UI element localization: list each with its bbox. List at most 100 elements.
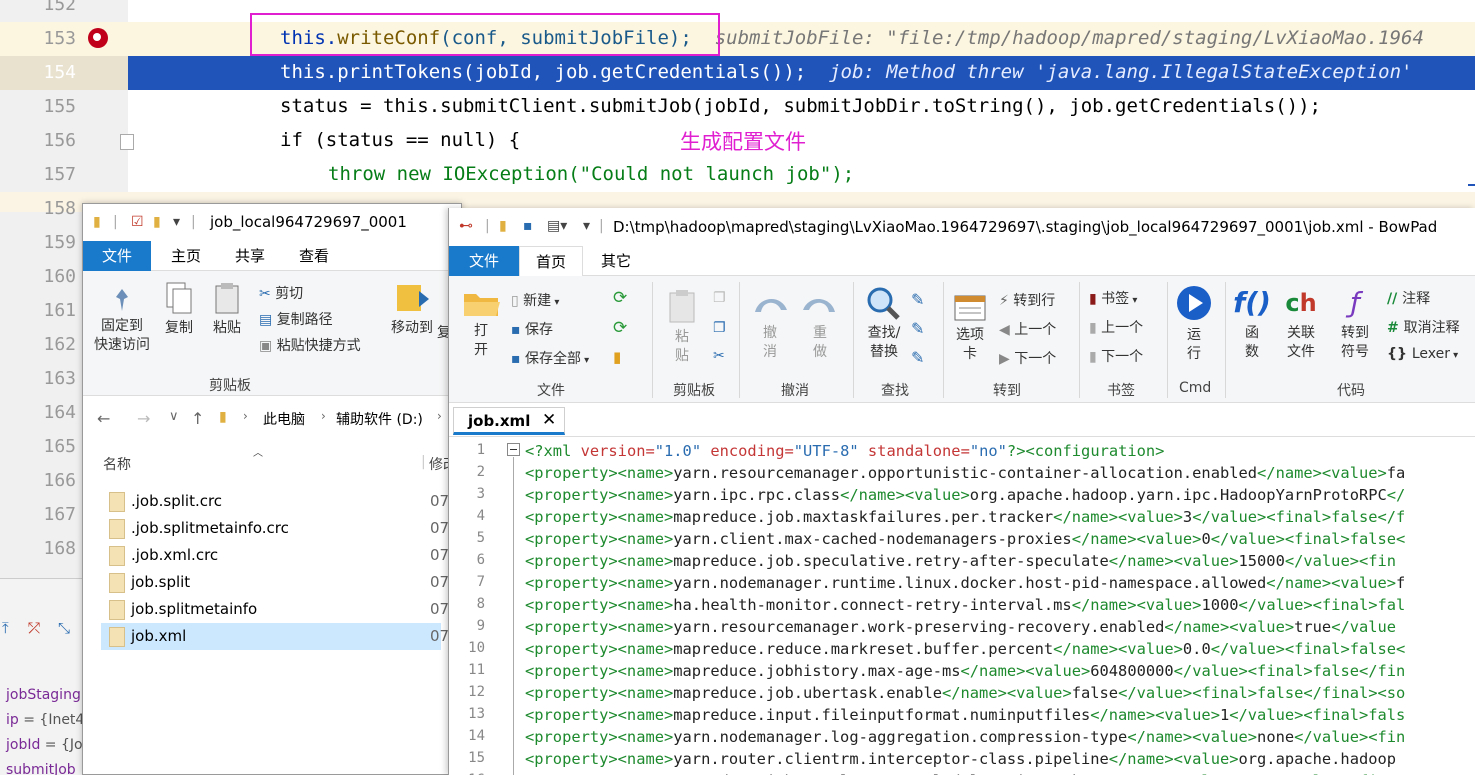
editor-line: 14 <property><name>yarn.nodemanager.log-a… [449, 727, 1475, 749]
quick-access-dropdown-icon[interactable]: ▾ [583, 218, 590, 234]
new-button[interactable]: ▯ 新建 ▾ [511, 290, 559, 310]
new-folder-icon[interactable]: ▮ [153, 214, 161, 230]
file-item[interactable]: .job.split.crc 07 [101, 488, 449, 515]
properties-icon[interactable]: ☑ [131, 214, 144, 230]
tab-file[interactable]: 文件 [449, 246, 519, 276]
code-line-155[interactable]: 155 status = this.submitClient.submitJob… [0, 90, 1475, 124]
pin-quick-access-button[interactable]: 固定到 快速访问 [93, 287, 151, 355]
file-item-selected[interactable]: job.xml 07 [101, 623, 449, 650]
explorer-ribbon-tabs: 文件 主页 共享 查看 [83, 241, 461, 271]
xml-editor[interactable]: 1 <?xml version="1.0" encoding="UTF-8" s… [449, 436, 1475, 775]
code-line-152[interactable]: 152 [0, 0, 1475, 22]
file-item[interactable]: .job.splitmetainfo.crc 07 [101, 515, 449, 542]
run-button[interactable]: 运 行 [1173, 284, 1215, 364]
variable-item[interactable]: submitJob [6, 762, 76, 775]
line-number: 155 [43, 96, 76, 117]
explorer-ribbon: 固定到 快速访问 复制 粘贴 ✂ 剪切 ▤ 复制路径 ▣ 粘贴快捷方式 移动到 … [83, 271, 461, 396]
variable-item[interactable]: jobStaging [6, 687, 81, 703]
goto-symbol-button[interactable]: ƒ 转到 符号 [1331, 286, 1379, 362]
goto-prev-button[interactable]: ◀ 上一个 [999, 319, 1056, 339]
copy-icon[interactable]: ❐ [713, 290, 726, 306]
quick-access-dropdown-icon[interactable]: ▾ [173, 214, 180, 230]
encoding-icon[interactable]: ⟳ [613, 318, 627, 338]
goto-next-button[interactable]: ▶ 下一个 [999, 348, 1056, 368]
variable-value: = {Jo [40, 737, 83, 753]
breakpoint-icon[interactable] [88, 28, 108, 48]
up-arrow-icon[interactable]: ↑ [191, 409, 204, 428]
cut-icon[interactable]: ✂ [713, 348, 725, 364]
find-prev-icon[interactable]: ✎ [911, 319, 924, 338]
filter-icon[interactable]: ⤡ [58, 619, 70, 637]
breadcrumb-drive[interactable]: 辅助软件 (D:) [336, 409, 423, 429]
file-item[interactable]: job.split 07 [101, 569, 449, 596]
property-value: fa [1386, 464, 1406, 482]
step-over-icon[interactable]: ⤒ [2, 619, 9, 637]
bookmark-button[interactable]: ▮ 书签 ▾ [1089, 288, 1137, 308]
tabs-dropdown-icon[interactable]: ▤▾ [547, 218, 567, 234]
code-line-157[interactable]: 157 throw new IOException("Could not lau… [0, 158, 1475, 192]
tab-select-button[interactable]: 选项 卡 [951, 292, 989, 364]
file-icon [109, 600, 125, 620]
tab-home[interactable]: 首页 [519, 246, 583, 276]
button-label: 上一个 [1014, 322, 1057, 338]
copy-path-button[interactable]: ▤ 复制路径 [259, 309, 333, 329]
tab-view[interactable]: 查看 [285, 241, 343, 271]
find-next-icon[interactable]: ✎ [911, 290, 924, 309]
line-content: <property><name>yarn.router.clientrm.int… [525, 750, 1396, 768]
find-replace-button[interactable]: 查找/ 替换 [859, 286, 909, 362]
breadcrumb-this-pc[interactable]: 此电脑 [263, 409, 305, 429]
copy-button[interactable]: 复制 [161, 281, 197, 338]
button-label: 复制路径 [276, 312, 333, 328]
tab-share[interactable]: 共享 [221, 241, 279, 271]
save-icon[interactable]: ▪ [523, 218, 533, 234]
window-title: D:\tmp\hadoop\mapred\staging\LvXiaoMao.1… [613, 218, 1438, 236]
file-item[interactable]: job.splitmetainfo 07 [101, 596, 449, 623]
tab-home[interactable]: 主页 [157, 241, 215, 271]
tab-other[interactable]: 其它 [591, 246, 641, 276]
find-files-icon[interactable]: ✎ [911, 348, 924, 367]
close-icon[interactable]: ✕ [542, 410, 556, 430]
paste-shortcut-button[interactable]: ▣ 粘贴快捷方式 [259, 335, 361, 355]
xml-tag: <property><name> [525, 750, 674, 768]
save-all-button[interactable]: ▪ 保存全部 ▾ [511, 348, 589, 368]
related-files-button[interactable]: ch 关联 文件 [1277, 286, 1325, 362]
bookmark-prev-button[interactable]: ▮ 上一个 [1089, 317, 1143, 337]
move-to-button[interactable]: 移动到 [387, 281, 437, 338]
copy-html-icon[interactable]: ❐ [713, 320, 726, 336]
variable-item[interactable]: jobId = {Jo [6, 737, 83, 753]
lexer-button[interactable]: {} Lexer ▾ [1387, 346, 1458, 362]
document-tab-job-xml[interactable]: job.xml ✕ [453, 407, 565, 435]
reload-icon[interactable]: ⟳ [613, 288, 627, 308]
function-button[interactable]: f() 函 数 [1231, 286, 1273, 362]
xml-tag: </name><value> [941, 684, 1072, 702]
copy-icon [166, 282, 192, 314]
variable-item[interactable]: ip = {Inet4 [6, 712, 84, 728]
property-value: none [1257, 728, 1295, 746]
recent-dropdown-icon[interactable]: ∨ [169, 409, 179, 424]
code-line-154-current[interactable]: 154 this.printTokens(jobId, job.getCrede… [0, 56, 1475, 90]
cut-button[interactable]: ✂ 剪切 [259, 283, 303, 303]
save-button[interactable]: ▪ 保存 [511, 319, 553, 339]
paste-button[interactable]: 粘贴 [209, 281, 245, 338]
undo-button[interactable]: 撤 消 [749, 290, 791, 362]
redo-button[interactable]: 重 做 [799, 290, 841, 362]
paste-button[interactable]: 粘 贴 [665, 288, 699, 366]
tab-file[interactable]: 文件 [83, 241, 151, 271]
lock-icon[interactable]: ▮ [613, 348, 621, 366]
open-button[interactable]: 打 开 [459, 288, 503, 360]
goto-line-button[interactable]: ⚡ 转到行 [999, 290, 1055, 310]
restore-icon[interactable]: ⤱ [28, 619, 40, 637]
bookmark-next-button[interactable]: ▮ 下一个 [1089, 346, 1143, 366]
line-number: 14 [468, 728, 485, 744]
chevron-right-icon: › [243, 409, 248, 423]
back-arrow-icon[interactable]: ← [97, 409, 110, 428]
forward-arrow-icon[interactable]: → [137, 409, 150, 428]
file-item[interactable]: .job.xml.crc 07 [101, 542, 449, 569]
column-name[interactable]: 名称 [103, 454, 131, 474]
comment-button[interactable]: // 注释 [1387, 288, 1430, 308]
code-line-153[interactable]: 153 this.writeConf(conf, submitJobFile);… [0, 22, 1475, 56]
fold-marker-icon[interactable] [120, 134, 134, 150]
column-divider[interactable]: | [421, 454, 426, 470]
open-folder-icon[interactable]: ▮ [499, 218, 507, 234]
uncomment-button[interactable]: # 取消注释 [1387, 317, 1460, 337]
